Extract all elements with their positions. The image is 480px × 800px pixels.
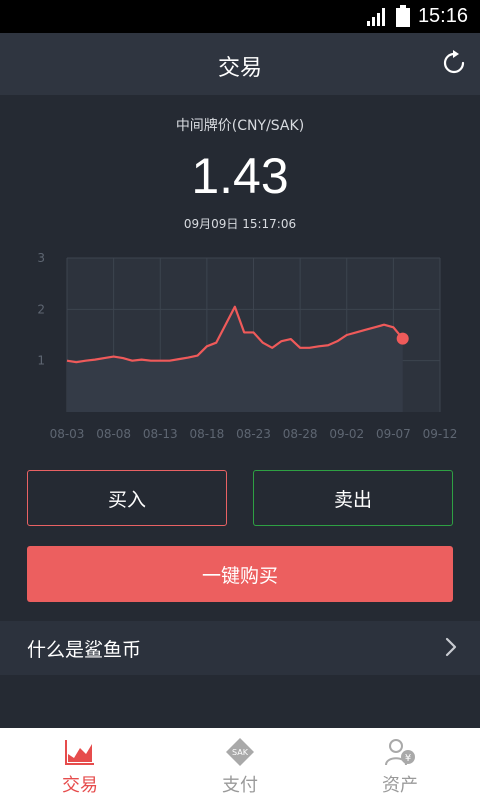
sell-button[interactable]: 卖出 [253, 470, 453, 526]
status-bar: 15:16 [0, 0, 480, 33]
price-value: 1.43 [191, 148, 289, 204]
what-is-sharkcoin-row[interactable]: 什么是鲨鱼币 [0, 621, 480, 675]
sak-coin-icon: SAK [225, 737, 255, 767]
sell-button-label: 卖出 [333, 488, 372, 511]
tab-pay[interactable]: SAK 支付 [160, 728, 320, 800]
price-chart: 3 2 1 08-03 08-08 08-13 08-18 08-23 08-28 09-02 09… [37, 251, 458, 441]
page-title: 交易 [217, 56, 262, 81]
tab-trade[interactable]: 交易 [0, 728, 160, 800]
buy-button-label: 买入 [107, 488, 146, 511]
price-panel: 中间牌价(CNY/SAK) 1.43 09月09日 15:17:06 3 2 1 08… [0, 95, 480, 620]
y-tick-label: 3 [37, 251, 45, 265]
chevron-right-icon [445, 637, 457, 657]
price-timestamp: 09月09日 15:17:06 [183, 217, 297, 231]
battery-icon [395, 5, 410, 27]
tab-assets-label: 资产 [382, 775, 418, 796]
app-header: 交易 [0, 33, 480, 95]
refresh-icon[interactable] [440, 49, 468, 77]
status-time: 15:16 [417, 4, 468, 27]
tab-pay-label: 支付 [222, 775, 258, 796]
buy-button[interactable]: 买入 [27, 470, 227, 526]
chart-current-point [396, 332, 409, 345]
y-tick-label: 1 [37, 354, 45, 368]
x-tick-label: 08-13 [143, 427, 178, 441]
tab-trade-label: 交易 [62, 775, 98, 796]
sak-badge-text: SAK [232, 748, 249, 757]
price-caption: 中间牌价(CNY/SAK) [175, 118, 305, 134]
user-asset-icon: ¥ [384, 737, 416, 767]
y-tick-label: 2 [37, 302, 45, 316]
x-tick-label: 09-12 [423, 427, 458, 441]
bottom-tab-bar: 交易 SAK 支付 ¥ 资产 [0, 728, 480, 800]
one-click-buy-label: 一键购买 [201, 564, 278, 587]
x-tick-label: 08-28 [283, 427, 318, 441]
info-row-label: 什么是鲨鱼币 [27, 638, 142, 661]
one-click-buy-button[interactable]: 一键购买 [27, 546, 453, 602]
tab-assets[interactable]: ¥ 资产 [320, 728, 480, 800]
signal-icon [366, 8, 385, 26]
x-tick-label: 09-07 [376, 427, 411, 441]
x-tick-label: 09-02 [329, 427, 364, 441]
x-tick-label: 08-03 [50, 427, 85, 441]
status-right: 15:16 [366, 5, 468, 27]
yen-badge-text: ¥ [405, 753, 411, 764]
chart-tab-icon [64, 737, 96, 767]
x-tick-label: 08-23 [236, 427, 271, 441]
x-tick-label: 08-18 [189, 427, 224, 441]
empty-area [0, 675, 480, 728]
x-tick-label: 08-08 [96, 427, 131, 441]
